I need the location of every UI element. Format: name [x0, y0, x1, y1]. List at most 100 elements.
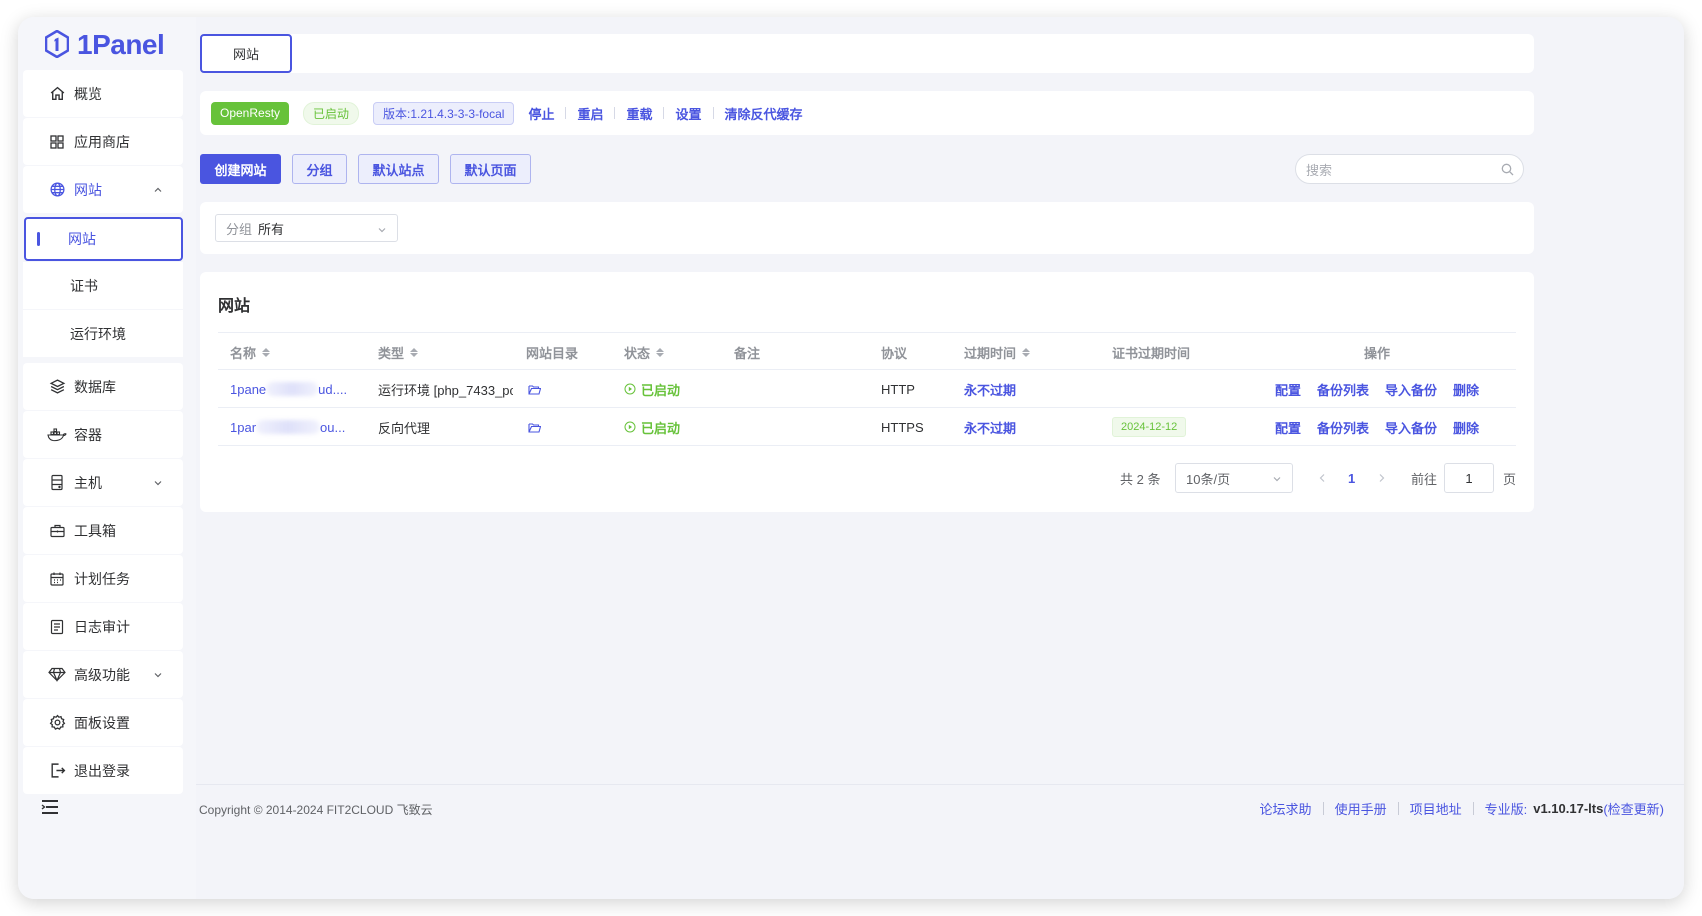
group-filter-select[interactable]: 分组 所有	[215, 214, 398, 242]
default-page-button[interactable]: 默认页面	[450, 154, 531, 184]
import-backup-button[interactable]: 导入备份	[1385, 408, 1437, 446]
config-button[interactable]: 配置	[1275, 370, 1301, 408]
column-expire[interactable]: 过期时间	[964, 333, 1031, 371]
delete-button[interactable]: 删除	[1453, 370, 1479, 408]
server-name-badge: OpenResty	[211, 101, 290, 125]
backup-list-button[interactable]: 备份列表	[1317, 408, 1369, 446]
sidebar-item-advanced[interactable]: 高级功能	[23, 651, 183, 698]
restart-button[interactable]: 重启	[577, 104, 603, 123]
sidebar-item-overview[interactable]: 概览	[23, 70, 183, 117]
chevron-down-icon	[153, 667, 163, 683]
log-icon	[47, 617, 67, 637]
search-placeholder: 搜索	[1306, 162, 1333, 178]
import-backup-button[interactable]: 导入备份	[1385, 370, 1437, 408]
sidebar-item-website[interactable]: 网站	[23, 166, 183, 213]
expire-date-link[interactable]: 永不过期	[964, 370, 1016, 408]
docker-icon	[47, 425, 67, 445]
check-update-link[interactable]: (检查更新)	[1603, 799, 1664, 818]
sidebar-item-container[interactable]: 容器	[23, 411, 183, 458]
column-cert-expire: 证书过期时间	[1112, 345, 1191, 361]
running-icon	[624, 383, 636, 395]
sidebar-item-label: 计划任务	[74, 570, 130, 587]
sidebar-subitem-label: 证书	[70, 277, 98, 294]
delete-button[interactable]: 删除	[1453, 408, 1479, 446]
website-name-end: ou...	[320, 419, 346, 435]
tab-website[interactable]: 网站	[200, 34, 292, 73]
column-type[interactable]: 类型	[378, 333, 419, 371]
version-text: v1.10.17-lts	[1533, 801, 1604, 816]
running-icon	[624, 421, 636, 433]
chevron-down-icon	[153, 475, 163, 491]
sidebar-item-label: 日志审计	[74, 618, 130, 635]
sidebar-item-log-audit[interactable]: 日志审计	[23, 603, 183, 650]
column-remark: 备注	[734, 345, 761, 361]
column-actions: 操作	[1364, 345, 1391, 361]
divider	[1322, 802, 1324, 815]
copyright-text: Copyright © 2014-2024 FIT2CLOUD 飞致云	[199, 803, 433, 817]
column-label: 名称	[230, 345, 257, 361]
backup-list-button[interactable]: 备份列表	[1317, 370, 1369, 408]
search-input[interactable]: 搜索	[1295, 154, 1524, 184]
sort-icon[interactable]	[262, 347, 271, 357]
goto-page-input[interactable]: 1	[1444, 463, 1494, 493]
expire-date-link[interactable]: 永不过期	[964, 408, 1016, 446]
sidebar-item-app-store[interactable]: 应用商店	[23, 118, 183, 165]
sidebar-subitem-certificate[interactable]: 证书	[23, 262, 183, 309]
website-status[interactable]: 已启动	[624, 370, 680, 408]
diamond-icon	[47, 665, 67, 685]
default-site-button[interactable]: 默认站点	[358, 154, 439, 184]
website-name-link[interactable]: 1par ou...	[230, 408, 360, 446]
project-link[interactable]: 项目地址	[1410, 799, 1462, 818]
forum-link[interactable]: 论坛求助	[1260, 799, 1312, 818]
gear-icon	[47, 713, 67, 733]
next-page-icon[interactable]	[1378, 463, 1386, 493]
settings-button[interactable]: 设置	[675, 104, 701, 123]
stop-button[interactable]: 停止	[528, 104, 554, 123]
manual-link[interactable]: 使用手册	[1335, 799, 1387, 818]
sort-icon[interactable]	[656, 347, 665, 357]
divider	[712, 107, 714, 119]
website-name-start: 1pane	[230, 381, 267, 397]
group-button[interactable]: 分组	[292, 154, 347, 184]
sidebar-item-label: 主机	[74, 474, 102, 491]
column-name[interactable]: 名称	[230, 333, 271, 371]
sidebar-item-settings[interactable]: 面板设置	[23, 699, 183, 746]
clear-proxy-cache-button[interactable]: 清除反代缓存	[725, 104, 803, 123]
config-button[interactable]: 配置	[1275, 408, 1301, 446]
website-protocol: HTTP	[881, 381, 915, 397]
reload-button[interactable]: 重载	[626, 104, 652, 123]
sidebar-item-label: 网站	[74, 181, 102, 198]
version-badge: 版本:1.21.4.3-3-3-focal	[373, 101, 515, 125]
sidebar-item-label: 工具箱	[74, 522, 116, 539]
sidebar-item-label: 高级功能	[74, 666, 130, 683]
page-size-select[interactable]: 10条/页	[1175, 463, 1293, 493]
folder-icon[interactable]	[528, 408, 541, 446]
sort-icon[interactable]	[410, 347, 419, 357]
column-label: 过期时间	[964, 345, 1017, 361]
sort-icon[interactable]	[1022, 347, 1031, 357]
sidebar-item-label: 容器	[74, 426, 102, 443]
folder-icon[interactable]	[528, 370, 541, 408]
sidebar-item-cron[interactable]: 计划任务	[23, 555, 183, 602]
create-website-button[interactable]: 创建网站	[200, 154, 281, 184]
sidebar-subitem-label: 网站	[68, 231, 96, 247]
sidebar-subitem-runtime[interactable]: 运行环境	[23, 310, 183, 357]
menu-collapse-icon[interactable]	[41, 799, 59, 818]
prev-page-icon[interactable]	[1318, 463, 1326, 493]
page-number-current[interactable]: 1	[1348, 463, 1355, 493]
sidebar-item-host[interactable]: 主机	[23, 459, 183, 506]
column-status[interactable]: 状态	[624, 333, 665, 371]
sidebar: 1Panel 概览 应用商店 网站 网站 证书 运行环境 数据库 容器 主机 工…	[18, 17, 196, 899]
sidebar-item-database[interactable]: 数据库	[23, 363, 183, 410]
cert-expire-badge: 2024-12-12	[1112, 417, 1187, 437]
sidebar-item-logout[interactable]: 退出登录	[23, 747, 183, 794]
sidebar-subitem-website[interactable]: 网站	[24, 217, 183, 261]
sidebar-item-toolbox[interactable]: 工具箱	[23, 507, 183, 554]
website-status[interactable]: 已启动	[624, 408, 680, 446]
search-icon[interactable]	[1501, 163, 1514, 179]
table-row: 1par ou... 反向代理 已启动 HTTPS 永不过期 2024-12-1…	[218, 408, 1516, 446]
sidebar-item-label: 退出登录	[74, 762, 130, 779]
website-name-link[interactable]: 1pane ud....	[230, 370, 360, 408]
sidebar-item-label: 面板设置	[74, 714, 130, 731]
logo[interactable]: 1Panel	[44, 27, 165, 63]
